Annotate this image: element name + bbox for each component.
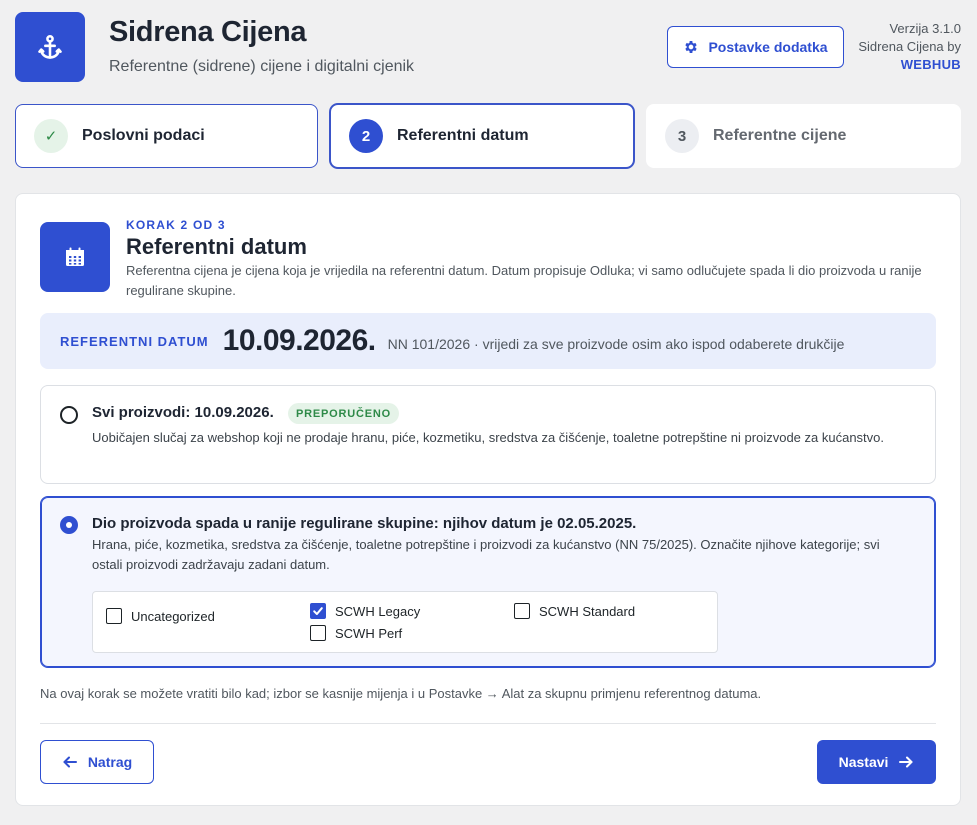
checkmark-icon (313, 607, 323, 615)
category-item[interactable]: SCWH Legacy (310, 603, 420, 619)
reference-date-note: NN 101/2026 · vrijedi za sve proizvode o… (387, 335, 845, 352)
app-title: Sidrena Cijena (109, 16, 307, 48)
brand-link[interactable]: WEBHUB (858, 56, 961, 74)
arrow-right-icon (899, 756, 913, 768)
option-all-products[interactable]: Svi proizvodi: 10.09.2026. PREPORUČENO U… (40, 385, 936, 484)
step-label: Referentni datum (397, 127, 529, 144)
back-button-label: Natrag (87, 754, 133, 770)
reference-date-label: REFERENTNI DATUM (60, 333, 209, 349)
category-item[interactable]: SCWH Perf (310, 625, 402, 641)
recommended-badge: PREPORUČENO (288, 403, 399, 424)
check-icon: ✓ (34, 119, 68, 153)
reference-date-value: 10.09.2026. (222, 324, 376, 357)
option-title: Svi proizvodi: 10.09.2026. (92, 404, 274, 421)
category-label: SCWH Legacy (335, 603, 421, 619)
calendar-icon (66, 247, 84, 266)
category-label: SCWH Standard (539, 603, 636, 619)
reference-date-banner: REFERENTNI DATUM 10.09.2026. NN 101/2026… (40, 313, 936, 369)
step-kicker: KORAK 2 OD 3 (126, 218, 226, 232)
step-number: 3 (665, 119, 699, 153)
step-label: Poslovni podaci (82, 127, 205, 144)
section-icon-box (40, 222, 110, 292)
app-logo (15, 12, 85, 82)
app-subtitle: Referentne (sidrene) cijene i digitalni … (109, 58, 415, 75)
category-checklist: Uncategorized SCWH Legacy SCWH Perf SCWH… (92, 591, 718, 653)
next-button-label: Nastavi (838, 754, 889, 770)
section-description: Referentna cijena je cijena koja je vrij… (126, 263, 922, 298)
option-description: Hrana, piće, kozmetika, sredstva za čišć… (92, 537, 880, 572)
version-text: Verzija 3.1.0 (889, 21, 961, 36)
plugin-settings-button[interactable]: Postavke dodatka (667, 26, 844, 68)
step-reference-prices[interactable]: 3 Referentne cijene (646, 104, 961, 168)
option-regulated-groups[interactable]: Dio proizvoda spada u ranije regulirane … (40, 496, 936, 668)
footnote: Na ovaj korak se možete vratiti bilo kad… (40, 686, 762, 701)
category-checkbox[interactable] (106, 608, 122, 624)
category-label: SCWH Perf (335, 625, 403, 641)
category-label: Uncategorized (131, 608, 215, 624)
arrow-left-icon (63, 756, 77, 768)
option-description: Uobičajen slučaj za webshop koji ne prod… (92, 430, 884, 445)
next-button[interactable]: Nastavi (817, 740, 936, 784)
by-line: Sidrena Cijena by (858, 39, 961, 54)
radio-regulated-groups[interactable] (60, 516, 78, 534)
step-business-data[interactable]: ✓ Poslovni podaci (15, 104, 318, 168)
divider (40, 723, 936, 724)
gear-icon (685, 41, 698, 53)
anchor-icon (38, 34, 62, 59)
category-item[interactable]: Uncategorized (106, 608, 215, 624)
step-label: Referentne cijene (713, 127, 847, 144)
radio-all-products[interactable] (60, 406, 78, 424)
category-checkbox[interactable] (310, 625, 326, 641)
category-item[interactable]: SCWH Standard (514, 603, 635, 619)
section-title: Referentni datum (126, 234, 307, 259)
category-checkbox[interactable] (310, 603, 326, 619)
settings-button-label: Postavke dodatka (708, 39, 828, 55)
step-reference-date[interactable]: 2 Referentni datum (330, 104, 634, 168)
category-checkbox[interactable] (514, 603, 530, 619)
step-number: 2 (349, 119, 383, 153)
version-info: Verzija 3.1.0 Sidrena Cijena by WEBHUB (858, 20, 961, 74)
back-button[interactable]: Natrag (40, 740, 154, 784)
option-title: Dio proizvoda spada u ranije regulirane … (92, 515, 637, 532)
